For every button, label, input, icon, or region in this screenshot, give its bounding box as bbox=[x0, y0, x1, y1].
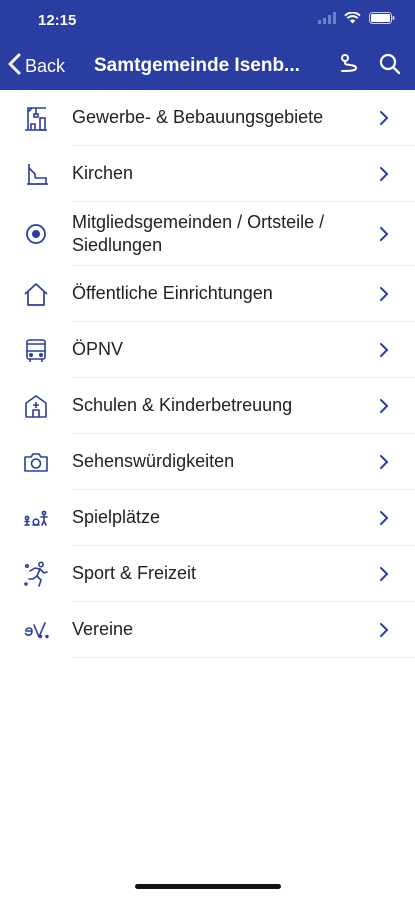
list-item-oepnv[interactable]: ÖPNV bbox=[0, 322, 415, 378]
list-item-label: Spielplätze bbox=[72, 507, 161, 527]
list-item-label: Kirchen bbox=[72, 163, 134, 183]
status-time: 12:15 bbox=[38, 12, 77, 29]
list-item-label: Öffentliche Einrichtungen bbox=[72, 283, 273, 303]
ev-association-icon bbox=[22, 616, 50, 644]
page-title: Samtgemeinde Isenb... bbox=[94, 55, 300, 76]
playground-icon bbox=[22, 504, 50, 532]
house-icon bbox=[22, 280, 50, 308]
list-item-label: Mitgliedsgemeinden / Ortsteile / Siedlun… bbox=[72, 211, 325, 255]
route-icon bbox=[337, 52, 361, 81]
location-dot-icon bbox=[22, 220, 50, 248]
search-icon bbox=[378, 52, 402, 81]
list-item-label: Vereine bbox=[72, 619, 134, 639]
chevron-right-icon bbox=[380, 566, 389, 581]
status-icons bbox=[318, 11, 395, 29]
chevron-right-icon bbox=[380, 286, 389, 301]
cellular-signal-icon bbox=[318, 11, 336, 29]
chevron-right-icon bbox=[380, 454, 389, 469]
list-item-label: Gewerbe- & Bebauungsgebiete bbox=[72, 107, 324, 127]
status-bar: 12:15 bbox=[0, 0, 415, 42]
school-icon bbox=[22, 392, 50, 420]
home-indicator[interactable] bbox=[135, 884, 281, 889]
navigation-bar: Back Samtgemeinde Isenb... bbox=[0, 44, 415, 88]
list-item-label: Sehenswürdigkeiten bbox=[72, 451, 235, 471]
list-item-vereine[interactable]: Vereine bbox=[0, 602, 415, 658]
list-item-label: Schulen & Kinderbetreuung bbox=[72, 395, 293, 415]
chevron-right-icon bbox=[380, 510, 389, 525]
chevron-right-icon bbox=[380, 622, 389, 637]
back-label: Back bbox=[25, 55, 66, 76]
back-button[interactable]: Back bbox=[8, 52, 65, 80]
running-person-icon bbox=[22, 560, 50, 588]
list-item-kirchen[interactable]: Kirchen bbox=[0, 146, 415, 202]
route-button[interactable] bbox=[335, 52, 363, 80]
list-item-oeffentliche-einrichtungen[interactable]: Öffentliche Einrichtungen bbox=[0, 266, 415, 322]
app-header: 12:15 Back Samtgemeinde Isenb... bbox=[0, 0, 415, 90]
list-item-gewerbe[interactable]: Gewerbe- & Bebauungsgebiete bbox=[0, 90, 415, 146]
church-icon bbox=[22, 160, 50, 188]
list-item-spielplaetze[interactable]: Spielplätze bbox=[0, 490, 415, 546]
chevron-right-icon bbox=[380, 226, 389, 241]
list-item-sehenswuerdigkeiten[interactable]: Sehenswürdigkeiten bbox=[0, 434, 415, 490]
chevron-right-icon bbox=[380, 398, 389, 413]
battery-icon bbox=[369, 11, 395, 29]
list-item-schulen[interactable]: Schulen & Kinderbetreuung bbox=[0, 378, 415, 434]
list-item-sport-freizeit[interactable]: Sport & Freizeit bbox=[0, 546, 415, 602]
chevron-right-icon bbox=[380, 342, 389, 357]
camera-icon bbox=[22, 448, 50, 476]
bus-icon bbox=[22, 336, 50, 364]
list-item-mitgliedsgemeinden[interactable]: Mitgliedsgemeinden / Ortsteile / Siedlun… bbox=[0, 202, 415, 266]
chevron-right-icon bbox=[380, 166, 389, 181]
list-item-label: Sport & Freizeit bbox=[72, 563, 197, 583]
category-list: Gewerbe- & Bebauungsgebiete Kirchen Mitg… bbox=[0, 90, 415, 658]
wifi-icon bbox=[344, 11, 361, 29]
construction-crane-icon bbox=[22, 104, 50, 132]
chevron-left-icon bbox=[8, 53, 21, 80]
list-item-label: ÖPNV bbox=[72, 339, 124, 359]
chevron-right-icon bbox=[380, 110, 389, 125]
search-button[interactable] bbox=[376, 52, 404, 80]
